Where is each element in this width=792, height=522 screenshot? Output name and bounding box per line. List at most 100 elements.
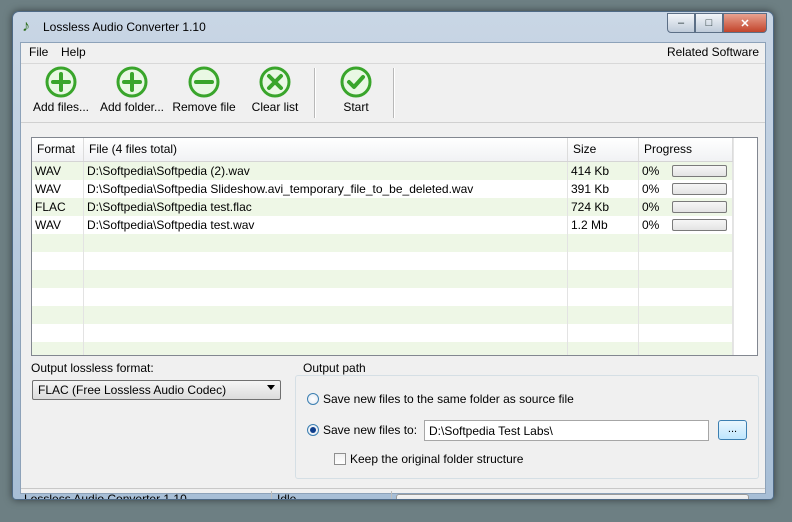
music-note-icon: ♪ bbox=[22, 18, 30, 35]
empty-cell bbox=[568, 324, 639, 342]
menu-help[interactable]: Help bbox=[61, 45, 86, 59]
empty-cell bbox=[568, 342, 639, 355]
empty-cell bbox=[568, 270, 639, 288]
empty-cell bbox=[84, 288, 568, 306]
empty-row bbox=[32, 342, 733, 355]
title-bar[interactable]: ♪ Lossless Audio Converter 1.10 ‒ □ ✕ bbox=[13, 12, 773, 42]
cell-format: FLAC bbox=[32, 198, 84, 216]
minimize-button[interactable]: ‒ bbox=[667, 13, 695, 33]
new-folder-radio[interactable] bbox=[307, 424, 319, 436]
empty-cell bbox=[568, 252, 639, 270]
progress-text: 0% bbox=[642, 200, 660, 214]
status-separator bbox=[271, 491, 272, 499]
remove-file-label: Remove file bbox=[172, 100, 236, 114]
status-separator bbox=[391, 491, 392, 499]
start-label: Start bbox=[343, 100, 369, 114]
file-list-header: Format File (4 files total) Size Progres… bbox=[32, 138, 757, 162]
cell-format: WAV bbox=[32, 162, 84, 180]
table-row[interactable]: WAV D:\Softpedia\Softpedia test.wav 1.2 Mb… bbox=[32, 216, 733, 234]
empty-row bbox=[32, 306, 733, 324]
empty-cell bbox=[639, 270, 733, 288]
plus-circle-icon bbox=[45, 66, 77, 98]
row-progress-bar bbox=[672, 219, 727, 231]
keep-structure-checkbox[interactable] bbox=[334, 453, 346, 465]
table-row[interactable]: FLAC D:\Softpedia\Softpedia test.flac 724 … bbox=[32, 198, 733, 216]
start-button[interactable]: Start bbox=[331, 66, 381, 122]
empty-cell bbox=[84, 306, 568, 324]
clear-list-label: Clear list bbox=[251, 100, 299, 114]
empty-cell bbox=[32, 306, 84, 324]
client-area: File Help Related Software Add files... … bbox=[20, 42, 766, 499]
empty-cell bbox=[639, 342, 733, 355]
empty-row bbox=[32, 324, 733, 342]
column-file[interactable]: File (4 files total) bbox=[84, 138, 568, 161]
cell-progress: 0% bbox=[639, 198, 733, 216]
row-progress-bar bbox=[672, 165, 727, 177]
empty-cell bbox=[32, 342, 84, 355]
output-format-select[interactable]: FLAC (Free Lossless Audio Codec) bbox=[32, 380, 281, 400]
remove-file-button[interactable]: Remove file bbox=[171, 66, 237, 122]
empty-cell bbox=[568, 288, 639, 306]
same-folder-radio[interactable] bbox=[307, 393, 319, 405]
empty-row bbox=[32, 252, 733, 270]
check-circle-icon bbox=[340, 66, 372, 98]
cell-progress: 0% bbox=[639, 216, 733, 234]
minus-circle-icon bbox=[188, 66, 220, 98]
close-button[interactable]: ✕ bbox=[723, 13, 767, 33]
column-format[interactable]: Format bbox=[32, 138, 84, 161]
empty-cell bbox=[32, 324, 84, 342]
maximize-button[interactable]: □ bbox=[695, 13, 723, 33]
cell-size: 724 Kb bbox=[568, 198, 639, 216]
empty-row bbox=[32, 234, 733, 252]
app-window: ♪ Lossless Audio Converter 1.10 ‒ □ ✕ Fi… bbox=[12, 11, 774, 500]
cell-size: 391 Kb bbox=[568, 180, 639, 198]
empty-cell bbox=[84, 324, 568, 342]
table-row[interactable]: WAV D:\Softpedia\Softpedia (2).wav 414 Kb 0… bbox=[32, 162, 733, 180]
empty-row bbox=[32, 270, 733, 288]
cell-format: WAV bbox=[32, 180, 84, 198]
x-circle-icon bbox=[259, 66, 291, 98]
output-format-value: FLAC (Free Lossless Audio Codec) bbox=[38, 383, 227, 397]
toolbar-separator bbox=[393, 68, 395, 118]
output-path-input[interactable]: D:\Softpedia Test Labs\ bbox=[424, 420, 709, 441]
toolbar: Add files... Add folder... Remove file C… bbox=[21, 63, 765, 123]
column-progress[interactable]: Progress bbox=[639, 138, 733, 161]
empty-cell bbox=[84, 342, 568, 355]
menu-related-software[interactable]: Related Software bbox=[667, 45, 759, 59]
cell-file: D:\Softpedia\Softpedia test.wav bbox=[84, 216, 568, 234]
file-list[interactable]: Format File (4 files total) Size Progres… bbox=[31, 137, 758, 356]
empty-cell bbox=[84, 270, 568, 288]
table-row[interactable]: WAV D:\Softpedia\Softpedia Slideshow.avi_… bbox=[32, 180, 733, 198]
browse-button[interactable]: ... bbox=[718, 420, 747, 440]
empty-cell bbox=[639, 324, 733, 342]
row-progress-bar bbox=[672, 201, 727, 213]
status-app-name: Lossless Audio Converter 1.10 bbox=[24, 492, 187, 500]
progress-text: 0% bbox=[642, 164, 660, 178]
empty-cell bbox=[568, 234, 639, 252]
menu-file[interactable]: File bbox=[29, 45, 48, 59]
clear-list-button[interactable]: Clear list bbox=[247, 66, 303, 122]
cell-progress: 0% bbox=[639, 162, 733, 180]
empty-row bbox=[32, 288, 733, 306]
progress-text: 0% bbox=[642, 218, 660, 232]
menu-bar: File Help Related Software bbox=[21, 43, 765, 62]
empty-cell bbox=[32, 252, 84, 270]
chevron-down-icon bbox=[267, 385, 275, 390]
cell-size: 1.2 Mb bbox=[568, 216, 639, 234]
list-scrollbar[interactable] bbox=[733, 138, 757, 355]
cell-file: D:\Softpedia\Softpedia Slideshow.avi_tem… bbox=[84, 180, 568, 198]
empty-cell bbox=[639, 306, 733, 324]
new-folder-label[interactable]: Save new files to: bbox=[323, 423, 417, 437]
add-folder-button[interactable]: Add folder... bbox=[97, 66, 167, 122]
progress-text: 0% bbox=[642, 182, 660, 196]
toolbar-separator bbox=[314, 68, 316, 118]
output-path-label: Output path bbox=[301, 361, 368, 375]
same-folder-label[interactable]: Save new files to the same folder as sou… bbox=[323, 392, 574, 406]
output-format-label: Output lossless format: bbox=[31, 361, 154, 375]
plus-circle-icon bbox=[116, 66, 148, 98]
status-bar: Lossless Audio Converter 1.10 Idle bbox=[21, 488, 765, 500]
add-files-button[interactable]: Add files... bbox=[29, 66, 93, 122]
empty-cell bbox=[639, 234, 733, 252]
column-size[interactable]: Size bbox=[568, 138, 639, 161]
keep-structure-label[interactable]: Keep the original folder structure bbox=[350, 452, 523, 466]
